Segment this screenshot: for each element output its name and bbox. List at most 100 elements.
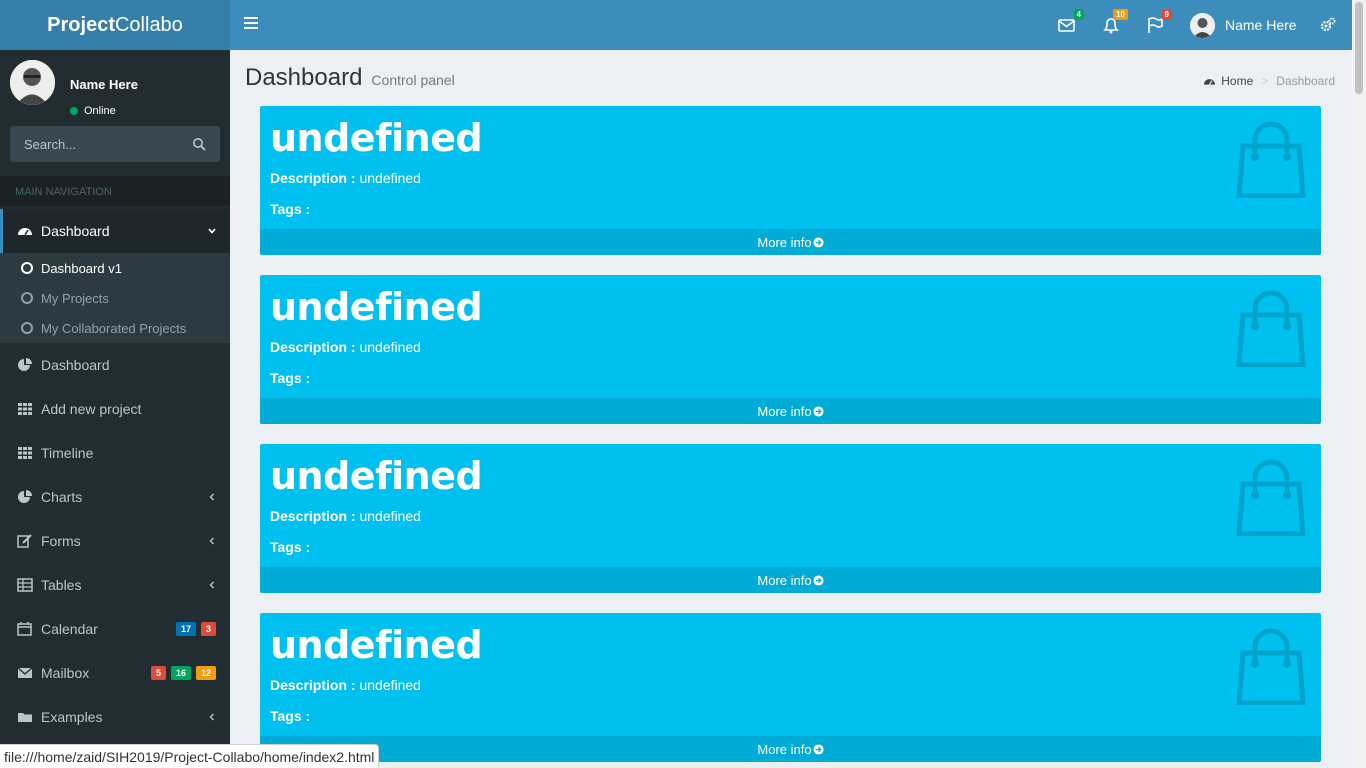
project-card: undefined Description : undefined Tags :… — [260, 275, 1321, 424]
sidebar-item-timeline[interactable]: Timeline — [0, 431, 230, 475]
sidebar-item-add-project[interactable]: Add new project — [0, 387, 230, 431]
pie-chart-icon — [18, 490, 32, 503]
status-dot-icon — [70, 107, 78, 115]
brand-bold: Project — [47, 13, 115, 36]
card-title: undefined — [270, 454, 483, 498]
sidebar-item-label: Mailbox — [41, 665, 90, 681]
breadcrumb-current: Dashboard — [1276, 74, 1335, 88]
user-menu[interactable]: Name Here — [1190, 12, 1297, 38]
card-description: Description : undefined — [270, 339, 421, 355]
shopping-bag-icon — [1236, 121, 1306, 198]
th-icon — [18, 403, 32, 415]
brand-rest: Collabo — [114, 13, 183, 36]
scroll-thumb[interactable] — [1355, 2, 1363, 94]
pie-chart-icon — [18, 358, 32, 371]
chevron-left-icon — [209, 537, 214, 545]
online-status: Online — [70, 105, 116, 117]
chevron-left-icon — [209, 581, 214, 589]
sidebar-item-dashboard[interactable]: Dashboard — [0, 209, 230, 253]
calendar-badge-red: 3 — [200, 622, 216, 636]
th-icon — [18, 447, 32, 459]
browser-status-bar: file:///home/zaid/SIH2019/Project-Collab… — [0, 744, 380, 768]
sidebar-item-label: Add new project — [41, 401, 142, 417]
dashboard-icon — [18, 228, 32, 236]
sidebar-item-label: Calendar — [41, 621, 98, 637]
chevron-down-icon — [208, 228, 216, 234]
circle-icon — [21, 322, 33, 334]
notifications-badge: 10 — [1113, 9, 1128, 20]
messages-menu[interactable]: 4 — [1056, 9, 1084, 36]
shopping-bag-icon — [1236, 459, 1306, 536]
card-description: Description : undefined — [270, 170, 421, 186]
sidebar-item-tables[interactable]: Tables — [0, 563, 230, 607]
card-tags: Tags : — [270, 370, 311, 386]
submenu-item-collaborated-projects[interactable]: My Collaborated Projects — [0, 313, 230, 343]
arrow-circle-right-icon — [813, 743, 824, 755]
arrow-circle-right-icon — [813, 574, 824, 586]
project-card: undefined Description : undefined Tags :… — [260, 444, 1321, 593]
page-scrollbar[interactable] — [1352, 0, 1366, 768]
dashboard-submenu: Dashboard v1 My Projects My Collaborated… — [0, 253, 230, 343]
card-title: undefined — [270, 116, 483, 160]
circle-icon — [21, 262, 33, 274]
top-navbar: 4 10 9 Name Here — [230, 0, 1352, 50]
sidebar-item-label: Forms — [41, 533, 81, 549]
gears-icon[interactable] — [1320, 17, 1336, 33]
more-info-link[interactable]: More info — [260, 229, 1321, 255]
sidebar-item-calendar[interactable]: Calendar 17 3 — [0, 607, 230, 651]
project-card: undefined Description : undefined Tags :… — [260, 613, 1321, 762]
card-description: Description : undefined — [270, 508, 421, 524]
submenu-item-dashboard-v1[interactable]: Dashboard v1 — [0, 253, 230, 283]
avatar — [1190, 12, 1215, 38]
sidebar-item-label: Tables — [41, 577, 82, 593]
notifications-menu[interactable]: 10 — [1100, 9, 1128, 36]
sidebar-item-examples[interactable]: Examples — [0, 695, 230, 739]
calendar-icon — [17, 622, 32, 636]
more-info-link[interactable]: More info — [260, 567, 1321, 593]
search-icon[interactable] — [192, 137, 206, 151]
search-input[interactable] — [10, 136, 180, 152]
sidebar-item-label: Timeline — [41, 445, 94, 461]
arrow-circle-right-icon — [813, 236, 824, 248]
card-tags: Tags : — [270, 708, 311, 724]
tasks-badge: 9 — [1161, 9, 1172, 20]
more-info-link[interactable]: More info — [260, 736, 1321, 762]
navbar-user-name: Name Here — [1225, 17, 1297, 33]
status-text: Online — [84, 105, 116, 117]
breadcrumb: Home > Dashboard — [1203, 74, 1335, 88]
chevron-left-icon — [209, 713, 214, 721]
submenu-item-my-projects[interactable]: My Projects — [0, 283, 230, 313]
sidebar-item-dashboard-2[interactable]: Dashboard — [0, 343, 230, 387]
project-card: undefined Description : undefined Tags :… — [260, 106, 1321, 255]
sidebar-item-label: Examples — [41, 709, 103, 725]
messages-badge: 4 — [1073, 9, 1084, 20]
brand-logo[interactable]: Project Collabo — [0, 0, 230, 50]
dashboard-icon — [1204, 78, 1216, 85]
sidebar-item-label: Dashboard — [41, 357, 110, 373]
mailbox-badge-red: 5 — [150, 666, 166, 680]
card-title: undefined — [270, 623, 483, 667]
submenu-label: My Projects — [41, 290, 109, 306]
card-title: undefined — [270, 285, 483, 329]
card-tags: Tags : — [270, 539, 311, 555]
tasks-menu[interactable]: 9 — [1144, 9, 1172, 36]
sidebar-item-label: Charts — [41, 489, 83, 505]
envelope-icon — [17, 667, 33, 678]
sidebar-toggle-icon[interactable] — [244, 17, 258, 31]
card-tags: Tags : — [270, 201, 311, 217]
submenu-label: Dashboard v1 — [41, 260, 122, 276]
edit-icon — [17, 534, 32, 548]
card-description: Description : undefined — [270, 677, 421, 693]
sidebar-item-forms[interactable]: Forms — [0, 519, 230, 563]
submenu-label: My Collaborated Projects — [41, 320, 187, 336]
sidebar-item-mailbox[interactable]: Mailbox 5 16 12 — [0, 651, 230, 695]
nav-header: MAIN NAVIGATION — [0, 176, 230, 206]
arrow-circle-right-icon — [813, 405, 824, 417]
breadcrumb-separator: > — [1261, 74, 1269, 88]
sidebar-item-charts[interactable]: Charts — [0, 475, 230, 519]
page-title: Dashboard — [245, 64, 363, 91]
sidebar: Name Here Online MAIN NAVIGATION Dashboa… — [0, 50, 230, 768]
more-info-link[interactable]: More info — [260, 398, 1321, 424]
breadcrumb-home-link[interactable]: Home — [1221, 74, 1253, 88]
sidebar-search — [10, 126, 220, 162]
